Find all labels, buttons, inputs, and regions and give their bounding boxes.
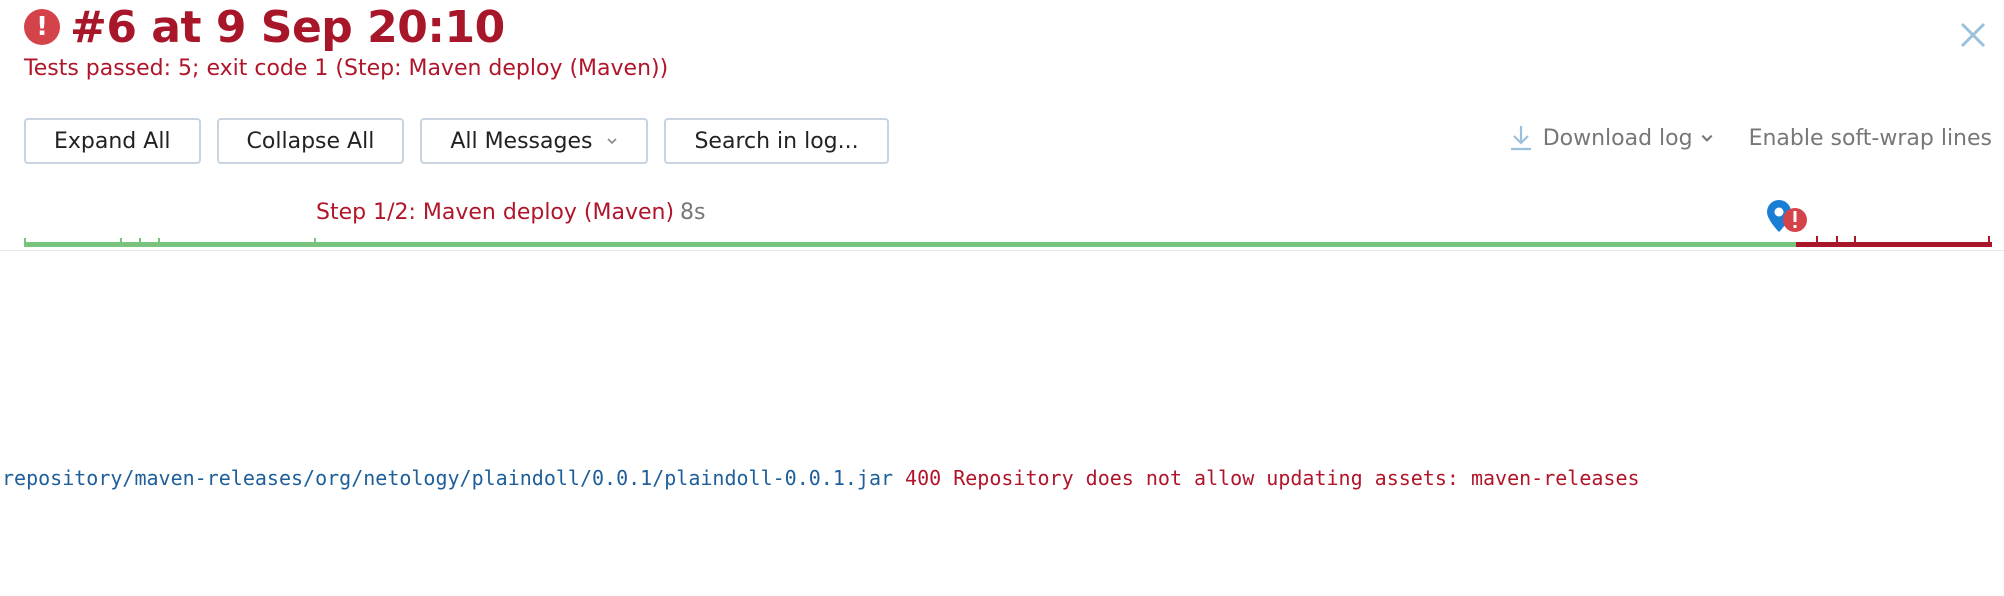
right-tools: Download log Enable soft-wrap lines: [1509, 124, 1992, 152]
log-toolbar: Expand All Collapse All All Messages Sea…: [24, 118, 889, 166]
chevron-down-icon: [1701, 134, 1712, 142]
timeline-tick: [1988, 236, 1990, 247]
all-messages-dropdown[interactable]: All Messages: [420, 118, 649, 164]
search-in-log-button[interactable]: Search in log...: [664, 118, 889, 164]
timeline-tick: [1816, 236, 1818, 247]
log-error-message: 400 Repository does not allow updating a…: [905, 466, 1640, 490]
download-icon: [1510, 126, 1531, 151]
build-status-text: Tests passed: 5; exit code 1 (Step: Mave…: [24, 56, 669, 81]
download-log-label: Download log: [1542, 125, 1693, 151]
timeline-failure-segment: [1796, 242, 1992, 247]
collapse-all-button[interactable]: Collapse All: [216, 118, 405, 164]
timeline-tick: [314, 238, 316, 247]
timeline-success-segment: [24, 242, 1796, 247]
chevron-down-icon: [607, 138, 618, 145]
log-line: repository/maven-releases/org/netology/p…: [2, 466, 1640, 490]
title-row: ! #6 at 9 Sep 20:10: [24, 1, 505, 53]
timeline-tick: [1836, 236, 1838, 247]
all-messages-label: All Messages: [450, 128, 593, 154]
build-timeline[interactable]: Step 1/2: Maven deploy (Maven) 8s: [24, 196, 1992, 252]
timeline-tick: [158, 238, 160, 247]
expand-all-button[interactable]: Expand All: [24, 118, 201, 164]
timeline-tick: [24, 238, 26, 247]
timeline-tick: [1854, 236, 1856, 247]
page-title: #6 at 9 Sep 20:10: [70, 1, 505, 53]
download-log-button[interactable]: Download log: [1509, 124, 1725, 152]
timeline-tick: [139, 238, 141, 247]
close-icon: [1960, 22, 1986, 48]
soft-wrap-toggle[interactable]: Enable soft-wrap lines: [1749, 126, 1992, 151]
close-button[interactable]: [1956, 18, 1990, 52]
timeline-tick: [120, 238, 122, 247]
timeline-bar: [24, 200, 1992, 247]
build-header: ! #6 at 9 Sep 20:10 Tests passed: 5; exi…: [24, 0, 2004, 100]
log-artifact-path[interactable]: repository/maven-releases/org/netology/p…: [2, 466, 893, 490]
divider: [0, 250, 2004, 251]
error-circle-icon: !: [24, 9, 60, 45]
error-marker-icon: [1783, 208, 1807, 232]
